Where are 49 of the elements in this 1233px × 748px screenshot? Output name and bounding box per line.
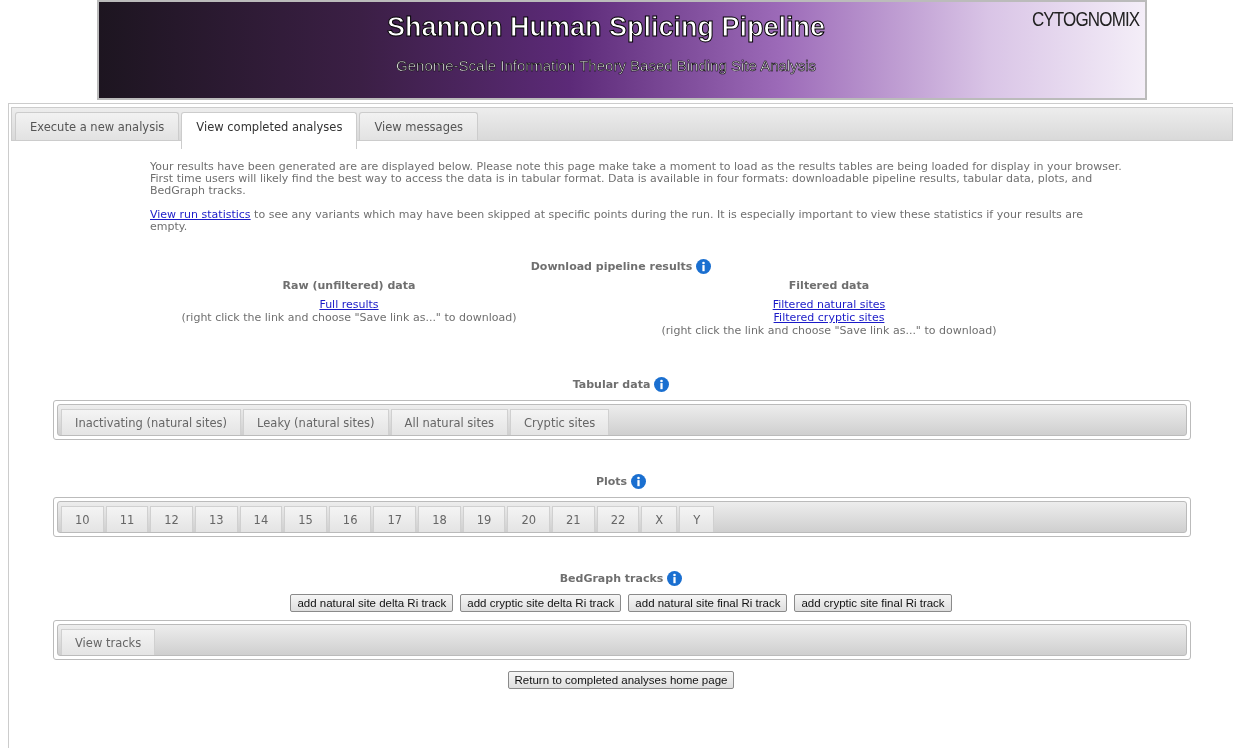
tab[interactable]: View completed analyses: [181, 112, 358, 149]
info-icon[interactable]: [654, 377, 670, 392]
info-icon[interactable]: [696, 259, 712, 274]
tab[interactable]: 20: [507, 506, 551, 532]
add-track-button[interactable]: add natural site final Ri track: [628, 594, 788, 612]
section-heading: Tabular data: [572, 378, 651, 391]
tab[interactable]: 19: [462, 506, 506, 532]
column-heading: Raw (unfiltered) data: [282, 279, 416, 292]
add-track-button[interactable]: add cryptic site final Ri track: [794, 594, 952, 612]
tab[interactable]: Cryptic sites: [510, 409, 610, 435]
tab[interactable]: View tracks: [61, 629, 156, 655]
tab[interactable]: 22: [596, 506, 640, 532]
tab[interactable]: 17: [373, 506, 417, 532]
run-statistics-link[interactable]: View run statistics: [150, 208, 251, 221]
tab[interactable]: 15: [284, 506, 327, 532]
download-link[interactable]: Full results: [319, 298, 379, 311]
banner-title: Shannon Human Splicing Pipeline: [387, 12, 826, 43]
download-link[interactable]: Filtered cryptic sites: [773, 311, 885, 324]
download-link[interactable]: Filtered natural sites: [772, 298, 886, 311]
tab[interactable]: 12: [150, 506, 193, 532]
tab[interactable]: X: [641, 506, 678, 532]
download-note: (right click the link and choose "Save link as..." to download): [181, 311, 517, 324]
logo: CYTOGNOMIX: [1031, 8, 1139, 31]
add-track-button[interactable]: add natural site delta Ri track: [290, 594, 454, 612]
intro-text: Your results have been generated are are displayed below. Please note this page make take a moment to load as the results tables are being loaded for display in your browser. First time users will likely find the best way to access the data is in tabular format. Data is available in four formats: downloadable pipeline results, tabular data, plots, and BedGraph tracks.: [150, 161, 1123, 197]
tab[interactable]: 11: [105, 506, 149, 532]
info-icon[interactable]: [631, 474, 647, 489]
stats-text: View run statistics to see any variants which may have been skipped at specific points during the run. It is especially important to view these statistics if your results are empty.: [150, 209, 1085, 233]
section-heading: BedGraph tracks: [559, 572, 664, 585]
tab[interactable]: 16: [328, 506, 372, 532]
banner-subtitle: Genome-Scale Information Theory Based Binding Site Analysis: [396, 57, 816, 74]
return-button[interactable]: Return to completed analyses home page: [507, 671, 735, 689]
tab[interactable]: 10: [61, 506, 104, 532]
add-track-button[interactable]: add cryptic site delta Ri track: [460, 594, 622, 612]
tab[interactable]: 13: [194, 506, 238, 532]
tab[interactable]: 21: [552, 506, 595, 532]
tab[interactable]: Inactivating (natural sites): [61, 409, 242, 435]
tab[interactable]: Execute a new analysis: [15, 112, 180, 140]
section-heading: Plots: [595, 475, 628, 488]
tab[interactable]: View messages: [359, 112, 479, 140]
info-icon[interactable]: [667, 571, 683, 586]
tab[interactable]: Y: [679, 506, 715, 532]
tab[interactable]: 14: [239, 506, 283, 532]
section-heading: Download pipeline results: [530, 260, 693, 273]
tab[interactable]: 18: [418, 506, 461, 532]
column-heading: Filtered data: [788, 279, 870, 292]
tab[interactable]: All natural sites: [390, 409, 509, 435]
tab[interactable]: Leaky (natural sites): [243, 409, 389, 435]
download-note: (right click the link and choose "Save link as..." to download): [661, 324, 997, 337]
